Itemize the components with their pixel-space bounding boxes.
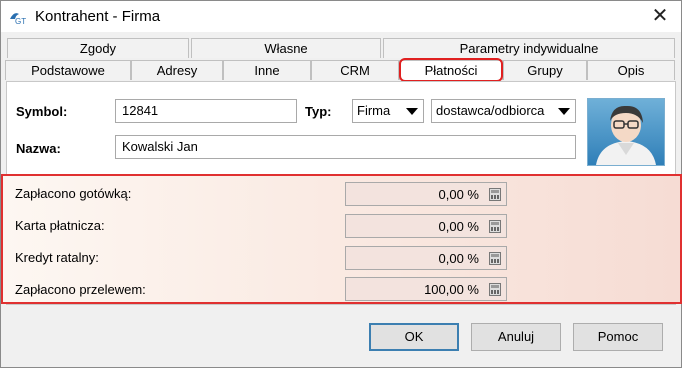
typ-select[interactable]: Firma (352, 99, 424, 123)
payment-value-credit: 0,00 % (438, 251, 479, 266)
calculator-icon[interactable] (489, 220, 501, 233)
payment-label-transfer: Zapłacono przelewem: (15, 282, 146, 297)
typ-label: Typ: (305, 104, 332, 119)
person-avatar-icon (587, 98, 665, 166)
calculator-icon[interactable] (489, 188, 501, 201)
role-select-value: dostawca/odbiorca (436, 103, 545, 118)
nazwa-input[interactable]: Kowalski Jan (115, 135, 576, 159)
tab-adresy[interactable]: Adresy (131, 60, 223, 80)
calculator-icon[interactable] (489, 283, 501, 296)
title-bar: GT Kontrahent - Firma ✕ (1, 1, 681, 32)
symbol-input[interactable]: 12841 (115, 99, 297, 123)
payment-input-transfer[interactable]: 100,00 % (345, 277, 507, 301)
symbol-label: Symbol: (16, 104, 68, 119)
nazwa-label: Nazwa: (16, 141, 61, 156)
tab-crm[interactable]: CRM (311, 60, 399, 80)
app-logo-icon: GT (10, 13, 26, 25)
typ-select-value: Firma (357, 103, 391, 118)
payment-label-card: Karta płatnicza: (15, 218, 105, 233)
calculator-icon[interactable] (489, 252, 501, 265)
payment-value-cash: 0,00 % (438, 187, 479, 202)
payment-label-cash: Zapłacono gotówką: (15, 186, 132, 201)
dialog-window: GT Kontrahent - Firma ✕ Zgody Własne Par… (0, 0, 682, 368)
tab-wlasne[interactable]: Własne (191, 38, 381, 58)
chevron-down-icon (406, 108, 418, 115)
payment-value-card: 0,00 % (438, 219, 479, 234)
payment-input-credit[interactable]: 0,00 % (345, 246, 507, 270)
tab-inne[interactable]: Inne (223, 60, 311, 80)
tab-parametry-indywidualne[interactable]: Parametry indywidualne (383, 38, 675, 58)
chevron-down-icon (558, 108, 570, 115)
tab-opis[interactable]: Opis (587, 60, 675, 80)
tab-grupy[interactable]: Grupy (503, 60, 587, 80)
svg-text:GT: GT (15, 17, 26, 25)
payment-input-card[interactable]: 0,00 % (345, 214, 507, 238)
payment-input-cash[interactable]: 0,00 % (345, 182, 507, 206)
close-button[interactable]: ✕ (649, 5, 671, 27)
payment-label-credit: Kredyt ratalny: (15, 250, 99, 265)
tab-zgody[interactable]: Zgody (7, 38, 189, 58)
ok-button[interactable]: OK (369, 323, 459, 351)
payments-section: Zapłacono gotówką: 0,00 % Karta płatnicz… (1, 174, 682, 304)
payment-value-transfer: 100,00 % (424, 282, 479, 297)
window-title: Kontrahent - Firma (35, 8, 161, 25)
tab-platnosci[interactable]: Płatności (399, 60, 503, 80)
role-select[interactable]: dostawca/odbiorca (431, 99, 576, 123)
cancel-button[interactable]: Anuluj (471, 323, 561, 351)
tab-podstawowe[interactable]: Podstawowe (5, 60, 131, 80)
help-button[interactable]: Pomoc (573, 323, 663, 351)
close-icon: ✕ (651, 5, 669, 27)
